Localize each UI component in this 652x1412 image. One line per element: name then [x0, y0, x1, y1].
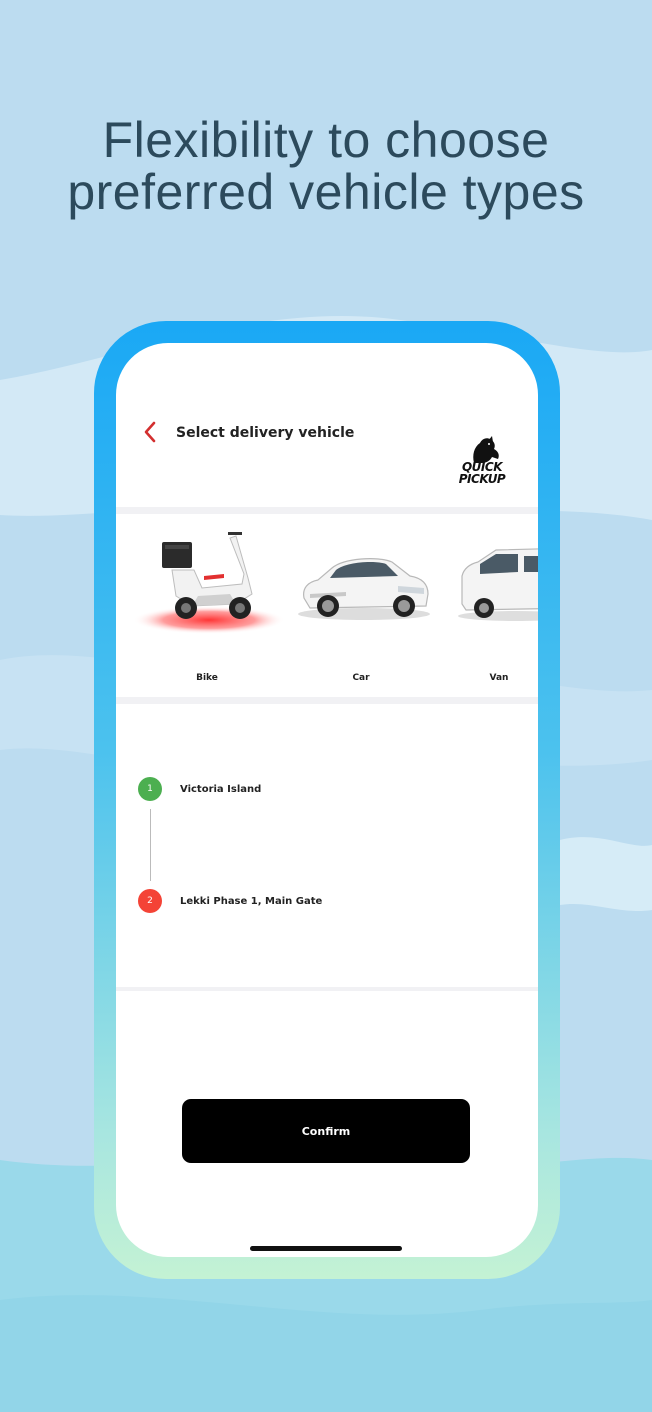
vehicle-label-bike: Bike [196, 673, 218, 683]
dropoff-stop-marker: 2 [138, 889, 162, 913]
page-title: Select delivery vehicle [176, 425, 355, 441]
sedan-image [298, 558, 430, 620]
headline-line-1: Flexibility to choose [102, 112, 550, 168]
vehicle-label-car: Car [352, 673, 370, 683]
route-connector-line [150, 809, 151, 881]
vehicle-option-car[interactable]: Car [286, 528, 436, 688]
vehicle-option-bike[interactable]: Bike [132, 528, 286, 688]
home-indicator[interactable] [250, 1246, 402, 1251]
divider [116, 507, 538, 514]
pickup-stop-marker: 1 [138, 777, 162, 801]
headline-line-2: preferred vehicle types [67, 164, 585, 220]
phone-screen: Select delivery vehicle QUICK PICKUP Bik… [116, 343, 538, 1257]
vehicle-option-van[interactable]: Van [456, 528, 538, 688]
top-bar: Select delivery vehicle QUICK PICKUP [116, 343, 538, 507]
pickup-address[interactable]: Victoria Island [180, 784, 261, 795]
divider [116, 987, 538, 991]
marketing-headline: Flexibility to choose preferred vehicle … [0, 114, 652, 218]
back-button[interactable] [138, 419, 162, 445]
vehicle-carousel[interactable]: Bike Car Van [116, 514, 538, 697]
quick-pickup-logo: QUICK PICKUP [452, 435, 512, 489]
logo-text: QUICK PICKUP [452, 461, 512, 485]
route-summary: 1 Victoria Island 2 Lekki Phase 1, Main … [116, 704, 538, 987]
divider [116, 697, 538, 704]
vehicle-label-van: Van [489, 673, 509, 683]
logo-text-line-2: PICKUP [458, 472, 506, 486]
chevron-left-icon [144, 421, 156, 443]
scooter-image [133, 532, 285, 634]
confirm-button[interactable]: Confirm [182, 1099, 470, 1163]
dropoff-address[interactable]: Lekki Phase 1, Main Gate [180, 896, 322, 907]
van-image [458, 548, 538, 621]
